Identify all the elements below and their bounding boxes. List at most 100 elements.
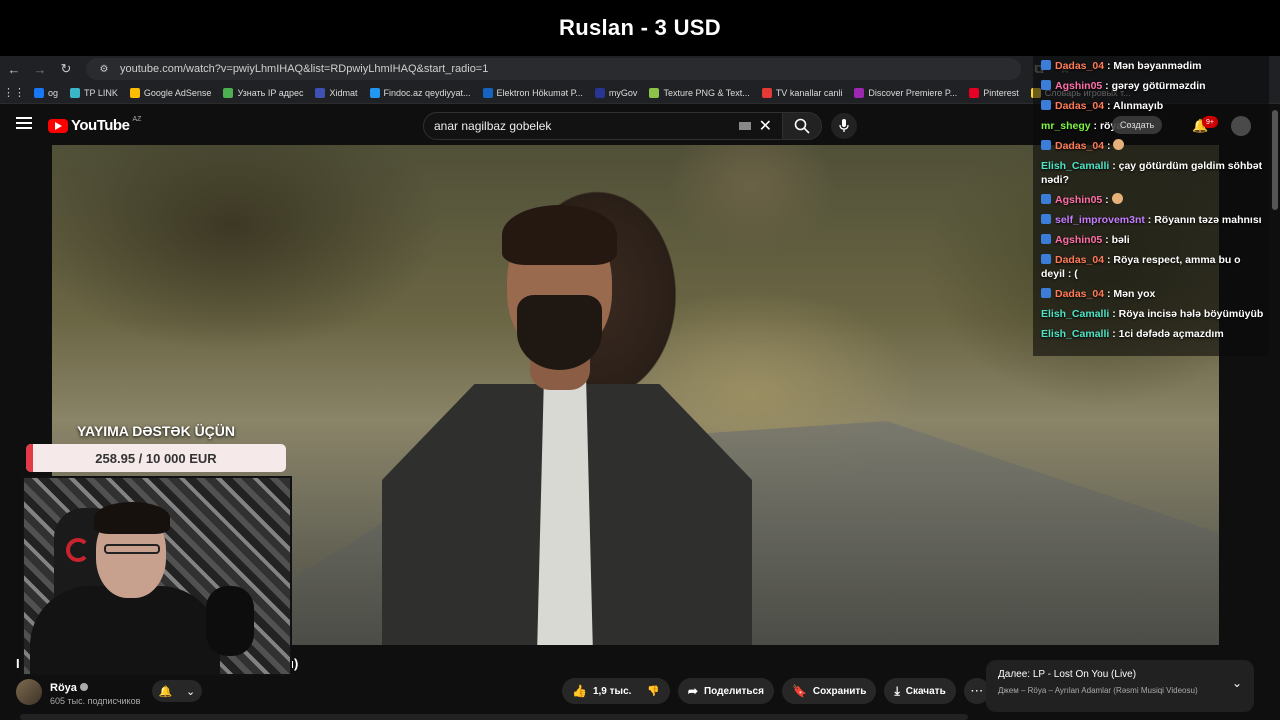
bookmark-label: TV kanallar canli — [775, 87, 843, 98]
chat-message: Dadas_04 : Mən yox — [1041, 287, 1265, 301]
search-button[interactable] — [782, 112, 822, 140]
thumbs-down-icon[interactable]: 👎 — [647, 686, 659, 697]
chat-text: Röyanın təzə mahnısı — [1154, 214, 1262, 226]
bookmark-favicon-icon — [70, 87, 81, 98]
bookmark-item[interactable]: TP LINK — [70, 87, 118, 98]
chevron-down-icon: ⌄ — [186, 685, 196, 698]
bookmark-label: Texture PNG & Text... — [663, 87, 750, 98]
bookmark-item[interactable]: Pinterest — [969, 87, 1019, 98]
chat-username: self_improvem3nt — [1055, 214, 1145, 226]
url-text: youtube.com/watch?v=pwiyLhmIHAQ&list=RDp… — [120, 63, 489, 75]
bookmark-favicon-icon — [369, 87, 380, 98]
chat-badge-icon — [1041, 140, 1051, 150]
chat-emoji-icon — [1113, 139, 1125, 150]
bell-outline-icon: 🔔 — [158, 685, 173, 698]
voice-search-button[interactable] — [831, 113, 857, 139]
streamer-glasses — [104, 544, 160, 554]
apps-grid-icon[interactable]: ⋮⋮ — [3, 85, 25, 101]
save-button[interactable]: 🔖 Сохранить — [781, 678, 877, 704]
chat-badge-icon — [1041, 80, 1051, 90]
chat-message: Elish_Camalli : çay götürdüm gəldim söhb… — [1041, 160, 1263, 186]
streamer-body — [30, 586, 220, 674]
chat-username: Agshin05 — [1055, 80, 1103, 92]
channel-name[interactable]: Röya — [50, 682, 77, 694]
bookmark-item[interactable]: TV kanallar canli — [761, 87, 843, 98]
more-dots-icon: ⋯ — [970, 683, 984, 698]
create-button[interactable]: Создать — [1112, 116, 1163, 134]
chat-badge-icon — [1041, 194, 1051, 204]
chat-text: bəli — [1111, 234, 1130, 246]
chat-badge-icon — [1041, 254, 1051, 264]
chat-message: Dadas_04 : — [1041, 139, 1265, 153]
menu-icon[interactable] — [16, 117, 32, 129]
bookmark-favicon-icon — [594, 87, 605, 98]
account-avatar[interactable] — [1231, 116, 1251, 136]
chat-message: Dadas_04 : Alınmayıb — [1041, 99, 1265, 113]
bookmark-favicon-icon — [34, 87, 44, 98]
bookmark-label: og — [48, 87, 59, 98]
chat-message: Dadas_04 : Röya respect, amma bu o deyil… — [1041, 254, 1241, 280]
share-label: Поделиться — [703, 685, 764, 697]
chat-message: Agshin05 : — [1041, 193, 1265, 207]
chat-username: Dadas_04 — [1055, 140, 1105, 152]
next-up-subtitle: Джем – Röya – Ayrılan Adamlar (Rəsmi Mus… — [998, 686, 1198, 695]
forward-icon[interactable]: → — [32, 61, 48, 77]
back-icon[interactable]: ← — [6, 61, 22, 77]
download-icon: ⤓ — [894, 683, 900, 698]
page-scrollbar[interactable] — [1272, 110, 1278, 210]
chat-message: Agshin05 : gərəy götürməzdin — [1041, 79, 1265, 93]
bookmark-item[interactable]: Elektron Hökumət P... — [482, 87, 583, 98]
video-title-start: I — [16, 656, 20, 671]
microphone-icon — [839, 119, 849, 132]
chat-message: Agshin05 : bəli — [1041, 233, 1265, 247]
bookmark-label: Google AdSense — [143, 87, 212, 98]
bookmark-favicon-icon — [761, 87, 772, 98]
bookmark-item[interactable]: Узнать IP адрес — [223, 87, 303, 98]
bookmark-favicon-icon — [482, 87, 493, 98]
bookmark-favicon-icon — [129, 87, 140, 98]
search-query: anar nagilbaz gobelek — [434, 119, 552, 133]
bookmark-item[interactable]: Discover Premiere P... — [854, 87, 958, 98]
youtube-logo[interactable]: YouTube AZ — [48, 116, 141, 134]
streamer-webcam — [22, 476, 292, 676]
youtube-logo-text: YouTube — [71, 117, 130, 134]
site-info-icon[interactable]: ⚙ — [96, 61, 112, 77]
address-bar[interactable]: ⚙ youtube.com/watch?v=pwiyLhmIHAQ&list=R… — [86, 58, 1021, 80]
bookmark-item[interactable]: og — [34, 87, 59, 98]
bookmark-item[interactable]: Google AdSense — [129, 87, 212, 98]
bookmark-label: Discover Premiere P... — [868, 87, 958, 98]
bookmark-item[interactable]: Xidmat — [315, 87, 358, 98]
channel-avatar[interactable] — [16, 679, 42, 705]
keyboard-icon[interactable] — [738, 122, 751, 130]
chat-badge-icon — [1041, 234, 1051, 244]
chat-badge-icon — [1041, 288, 1051, 298]
bookmark-favicon-icon — [854, 87, 865, 98]
clear-search-icon[interactable]: ✕ — [759, 116, 772, 136]
channel-info[interactable]: Röya 605 тыс. подписчиков — [16, 678, 140, 706]
bookmark-favicon-icon — [649, 87, 660, 98]
bookmark-item[interactable]: myGov — [594, 87, 638, 98]
stream-header: Ruslan - 3 USD — [0, 0, 1280, 56]
notification-bell-button[interactable]: 🔔 ⌄ — [152, 680, 202, 702]
bookmark-item[interactable]: Findoc.az qeydiyyat... — [369, 87, 471, 98]
chat-text: 1ci dəfədə açmazdım — [1118, 328, 1224, 340]
video-subject-hair — [502, 205, 617, 265]
chat-username: Dadas_04 — [1055, 100, 1105, 112]
bookmark-item[interactable]: Texture PNG & Text... — [649, 87, 750, 98]
next-up-panel[interactable]: Далее: LP - Lost On You (Live) Джем – Rö… — [986, 660, 1254, 712]
donation-progress-bar: 258.95 / 10 000 EUR — [26, 444, 286, 472]
download-button[interactable]: ⤓ Скачать — [884, 678, 956, 704]
bookmark-label: myGov — [608, 87, 638, 98]
chat-username: Dadas_04 — [1055, 254, 1105, 266]
chat-username: Elish_Camalli — [1041, 328, 1110, 340]
share-button[interactable]: ➦ Поделиться — [677, 678, 774, 704]
like-button[interactable]: 👍 1,9 тыс. 👎 — [562, 678, 670, 704]
reload-icon[interactable]: ↻ — [58, 61, 74, 77]
search-input[interactable]: anar nagilbaz gobelek ✕ — [423, 112, 783, 140]
chair-logo — [66, 538, 90, 562]
page-bottom-strip — [20, 714, 968, 720]
donation-amount: 258.95 / 10 000 EUR — [95, 450, 217, 466]
expand-chevron-icon[interactable]: ⌄ — [1232, 676, 1242, 690]
chat-username: Elish_Camalli — [1041, 308, 1110, 320]
donation-goal-label: YAYIMA DƏSTƏK ÜÇÜN — [76, 423, 236, 439]
